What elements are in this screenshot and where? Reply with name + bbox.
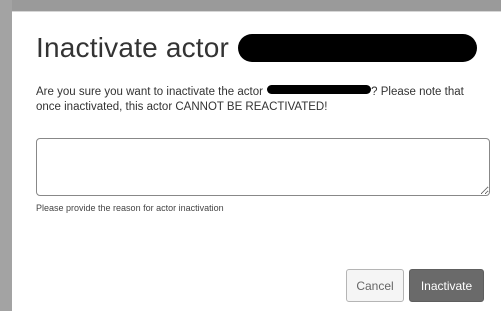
cancel-button[interactable]: Cancel	[346, 269, 404, 302]
reason-help-text: Please provide the reason for actor inac…	[36, 203, 224, 213]
dialog-header: Inactivate actor	[36, 32, 478, 64]
confirmation-message: Are you sure you want to inactivate the …	[36, 85, 491, 115]
confirmation-message-start: Are you sure you want to inactivate the …	[36, 86, 267, 98]
inactivate-button[interactable]: Inactivate	[409, 269, 484, 302]
modal-backdrop	[0, 0, 12, 311]
redacted-actor-name-inline	[267, 85, 372, 94]
inactivate-actor-dialog: Inactivate actor Are you sure you want t…	[12, 11, 501, 311]
redacted-actor-name	[238, 34, 478, 62]
inactivation-reason-input[interactable]	[36, 138, 490, 196]
dialog-title: Inactivate actor	[36, 32, 230, 63]
